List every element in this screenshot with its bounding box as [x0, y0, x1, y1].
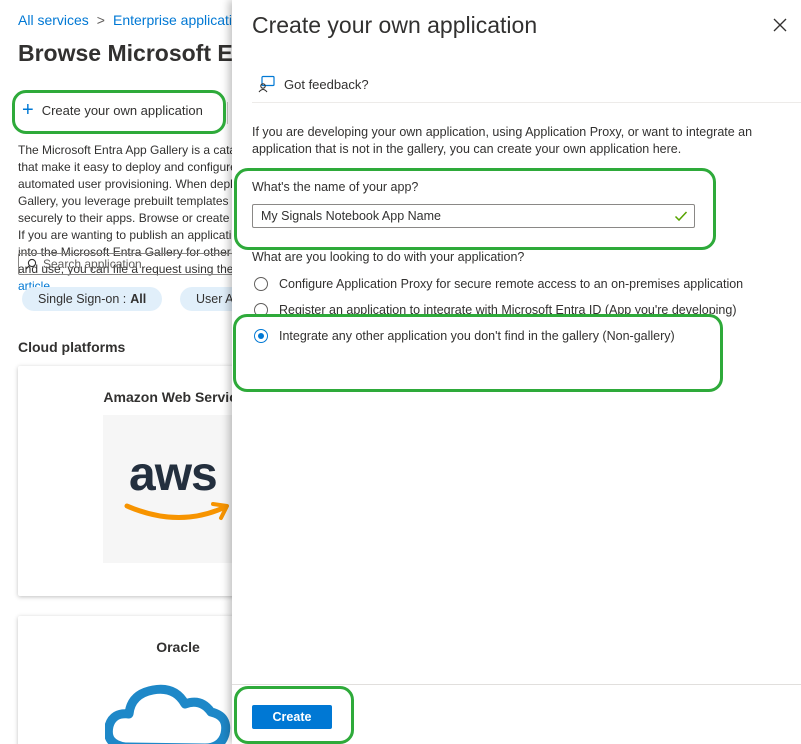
divider	[252, 102, 801, 103]
filter-value: All	[130, 292, 147, 306]
user-account-management-filter[interactable]: User Account Management	[180, 287, 232, 311]
option-label: Integrate any other application you don'…	[279, 329, 675, 343]
app-name-value: My Signals Notebook App Name	[261, 209, 441, 223]
feedback-icon	[258, 75, 275, 93]
search-application-input[interactable]: Search application	[18, 253, 232, 275]
cloud-platforms-heading: Cloud platforms	[18, 339, 126, 355]
option-register-application[interactable]: Register an application to integrate wit…	[254, 303, 736, 317]
search-icon	[25, 258, 37, 270]
breadcrumb-separator: >	[96, 12, 105, 28]
breadcrumb-all-services[interactable]: All services	[18, 12, 89, 28]
page-title: Browse Microsoft Entra Gallery	[18, 40, 232, 66]
feedback-button[interactable]: Got feedback?	[258, 75, 369, 93]
radio-button[interactable]	[254, 277, 268, 291]
radio-button[interactable]	[254, 303, 268, 317]
app-card-oracle[interactable]: Oracle	[18, 616, 232, 744]
radio-button-selected[interactable]	[254, 329, 268, 343]
aws-logo-text: aws	[129, 448, 218, 501]
breadcrumb: All services > Enterprise applications	[18, 12, 232, 28]
app-card-title: Oracle	[156, 639, 200, 655]
app-card-title: Amazon Web Services	[103, 389, 232, 405]
option-label: Register an application to integrate wit…	[279, 303, 737, 317]
create-own-application-label: Create your own application	[41, 102, 203, 118]
aws-smile-icon	[124, 502, 229, 521]
oracle-logo	[103, 664, 232, 744]
panel-title: Create your own application	[252, 12, 538, 38]
breadcrumb-enterprise-applications[interactable]: Enterprise applications	[113, 12, 232, 28]
create-application-panel: Create your own application Got feedback…	[232, 0, 801, 744]
cloud-icon	[105, 684, 231, 744]
option-non-gallery[interactable]: Integrate any other application you don'…	[254, 329, 675, 343]
toolbar-divider	[227, 102, 228, 124]
app-name-label: What's the name of your app?	[252, 180, 419, 194]
aws-logo: aws	[103, 415, 232, 563]
search-placeholder: Search application	[43, 257, 142, 271]
plus-icon: +	[22, 99, 34, 121]
create-own-application-button[interactable]: + Create your own application	[22, 100, 203, 120]
create-button[interactable]: Create	[252, 705, 332, 729]
panel-intro-text: If you are developing your own applicati…	[252, 125, 753, 156]
filter-label: User Account Management	[196, 292, 232, 306]
feedback-label: Got feedback?	[284, 76, 369, 92]
option-label: Configure Application Proxy for secure r…	[279, 277, 744, 291]
purpose-label: What are you looking to do with your app…	[252, 250, 525, 264]
single-sign-on-filter[interactable]: Single Sign-on : All	[22, 287, 163, 311]
close-icon[interactable]	[772, 17, 788, 33]
app-name-input[interactable]: My Signals Notebook App Name	[252, 204, 695, 228]
footer-divider	[232, 684, 801, 685]
option-application-proxy[interactable]: Configure Application Proxy for secure r…	[254, 277, 743, 291]
gallery-page: All services > Enterprise applications Bro…	[0, 0, 232, 744]
filter-label: Single Sign-on :	[38, 292, 127, 306]
checkmark-icon	[674, 211, 688, 222]
app-card-aws[interactable]: Amazon Web Services aws	[18, 366, 232, 596]
